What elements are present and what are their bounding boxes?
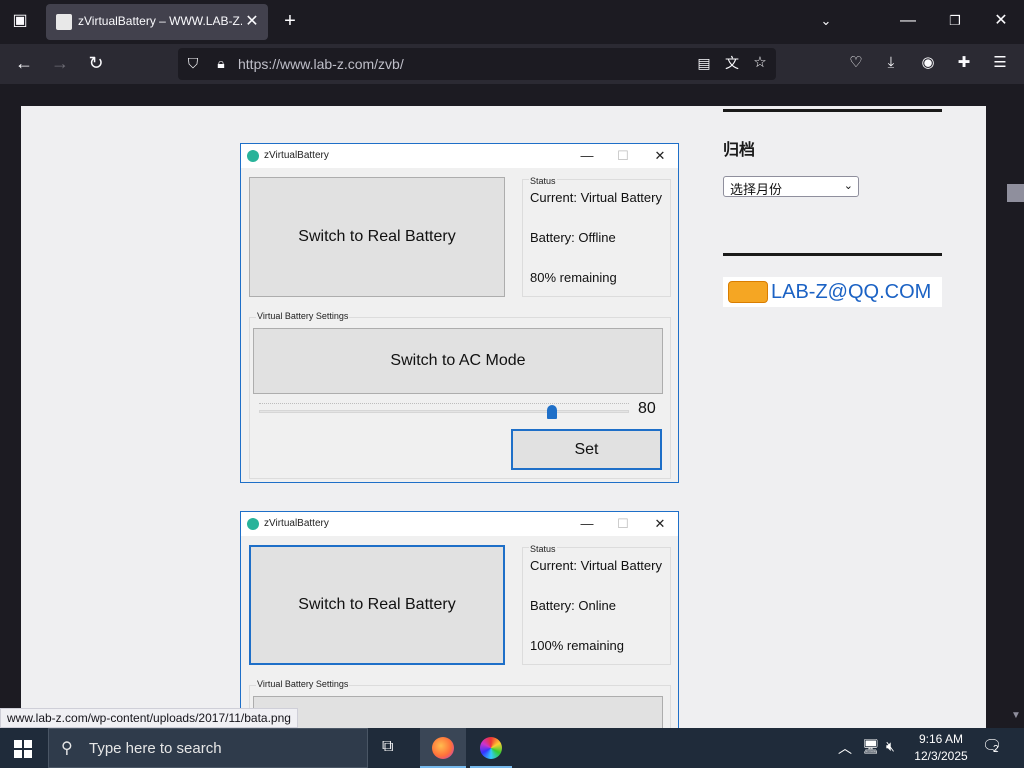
remaining-status: 100% remaining (530, 638, 624, 653)
restore-icon[interactable]: ❐ (944, 11, 966, 33)
volume-muted-icon[interactable]: 🔇︎ (886, 738, 895, 755)
shield-icon[interactable]: ⛉ (182, 53, 204, 75)
windows-taskbar: ⚲ Type here to search ⧉ ︿ 🖥︎ 🔇︎ 9:16 AM … (0, 728, 1024, 768)
app-screenshot-1: zVirtualBattery — ☐ ✕ Switch to Real Bat… (240, 143, 679, 483)
taskbar-search-box[interactable]: ⚲ Type here to search (48, 728, 368, 768)
maximize-icon: ☐ (617, 516, 629, 531)
set-button: Set (511, 429, 662, 470)
taskbar-search-placeholder: Type here to search (89, 740, 222, 757)
status-label: Status (529, 176, 557, 186)
archive-select-value: 选择月份 (730, 182, 783, 197)
clock[interactable]: 9:16 AM 12/3/2025 (910, 731, 972, 765)
translate-icon[interactable]: 文 (721, 53, 743, 75)
switch-to-real-battery-button: Switch to Real Battery (249, 177, 505, 297)
battery-status: Battery: Online (530, 598, 616, 613)
current-status: Current: Virtual Battery (530, 190, 662, 205)
app-title: zVirtualBattery (264, 150, 329, 161)
battery-level-slider (259, 403, 629, 419)
email-text: LAB-Z@QQ.COM (771, 281, 932, 303)
reader-view-icon[interactable]: ▤ (693, 53, 715, 75)
remaining-status: 80% remaining (530, 270, 617, 285)
clock-date: 12/3/2025 (914, 749, 968, 763)
chevron-down-icon: ⌄ (843, 180, 853, 192)
close-window-icon[interactable]: ✕ (990, 11, 1012, 33)
minimize-icon[interactable]: — (897, 11, 919, 33)
archive-month-select[interactable]: 选择月份 ⌄ (723, 176, 859, 197)
tab-title: zVirtualBattery – WWW.LAB-Z.COM (78, 14, 242, 28)
downloads-icon[interactable]: ⤓ (880, 53, 902, 75)
email-banner[interactable]: LAB-Z@QQ.COM (723, 277, 942, 307)
scrollbar-thumb[interactable] (1007, 184, 1024, 202)
pocket-icon[interactable]: ♡ (845, 53, 867, 75)
slider-ticks (259, 403, 629, 404)
new-tab-icon[interactable]: + (279, 11, 301, 33)
archive-heading: 归档 (723, 142, 756, 159)
navigation-bar: ← → ↻ ⛉ 🔒︎ https://www.lab-z.com/zvb/ ▤ … (0, 44, 1024, 84)
lock-icon[interactable]: 🔒︎ (210, 53, 232, 75)
mail-icon (728, 281, 768, 303)
sidebar-divider (723, 253, 942, 256)
settings-group-label: Virtual Battery Settings (256, 679, 350, 689)
battery-status: Battery: Offline (530, 230, 616, 245)
clock-time: 9:16 AM (918, 732, 964, 746)
scroll-down-arrow-icon[interactable]: ▼ (1011, 710, 1021, 721)
tab-zvirtualbattery[interactable]: zVirtualBattery – WWW.LAB-Z.COM ✕ (46, 4, 268, 40)
page-viewport: zVirtualBattery — ☐ ✕ Switch to Real Bat… (0, 84, 1024, 728)
firefox-taskbar-button[interactable] (420, 728, 466, 768)
settings-group-label: Virtual Battery Settings (256, 311, 350, 321)
switch-to-ac-mode-button (253, 696, 663, 728)
bookmark-star-icon[interactable]: ☆ (749, 53, 771, 75)
tab-close-icon[interactable]: ✕ (242, 12, 262, 32)
slider-thumb (547, 405, 557, 419)
app-titlebar: zVirtualBattery — ☐ ✕ (241, 512, 678, 536)
notification-count: 2 (993, 744, 999, 755)
web-page: zVirtualBattery — ☐ ✕ Switch to Real Bat… (21, 106, 986, 728)
app-screenshot-2: zVirtualBattery — ☐ ✕ Switch to Real Bat… (240, 511, 679, 728)
minimize-icon: — (580, 148, 594, 163)
color-wheel-icon (480, 737, 502, 759)
status-label: Status (529, 544, 557, 554)
back-icon[interactable]: ← (13, 53, 35, 75)
firefox-icon (432, 737, 454, 759)
minimize-icon: — (580, 516, 594, 531)
reload-icon[interactable]: ↻ (85, 53, 107, 75)
url-text[interactable]: https://www.lab-z.com/zvb/ (238, 56, 404, 72)
task-view-icon[interactable]: ⧉ (382, 738, 393, 756)
switch-to-ac-mode-button: Switch to AC Mode (253, 328, 663, 394)
tab-overview-icon[interactable]: ▣ (9, 11, 31, 33)
app-icon (247, 518, 259, 530)
menu-icon[interactable]: ☰ (989, 53, 1011, 75)
link-status-bar: www.lab-z.com/wp-content/uploads/2017/11… (0, 708, 298, 728)
notifications-icon[interactable]: 🗨︎ 2 (982, 736, 1006, 758)
slider-track (259, 410, 629, 413)
page-scrollbar[interactable]: ▼ (1007, 84, 1024, 728)
maximize-icon: ☐ (617, 148, 629, 163)
sidebar-divider (723, 109, 942, 112)
tab-bar: ▣ zVirtualBattery – WWW.LAB-Z.COM ✕ + ⌄ … (0, 0, 1024, 44)
start-windows-icon[interactable] (14, 740, 32, 758)
close-icon: ✕ (654, 516, 666, 531)
list-all-tabs-icon[interactable]: ⌄ (815, 11, 837, 33)
current-status: Current: Virtual Battery (530, 558, 662, 573)
search-icon: ⚲ (61, 740, 73, 757)
slider-value: 80 (638, 400, 656, 417)
show-hidden-icons-icon[interactable]: ︿ (838, 738, 852, 758)
app-icon (247, 150, 259, 162)
account-icon[interactable]: ◉ (917, 53, 939, 75)
url-bar[interactable]: ⛉ 🔒︎ https://www.lab-z.com/zvb/ ▤ 文 ☆ (178, 48, 776, 80)
network-icon[interactable]: 🖥︎ (862, 738, 880, 755)
app-taskbar-button[interactable] (470, 728, 512, 768)
switch-to-real-battery-button: Switch to Real Battery (249, 545, 505, 665)
site-favicon-icon (56, 14, 72, 30)
close-icon: ✕ (654, 148, 666, 163)
forward-icon[interactable]: → (49, 53, 71, 75)
extensions-icon[interactable]: ✚ (953, 53, 975, 75)
app-title: zVirtualBattery (264, 518, 329, 529)
app-titlebar: zVirtualBattery — ☐ ✕ (241, 144, 678, 168)
